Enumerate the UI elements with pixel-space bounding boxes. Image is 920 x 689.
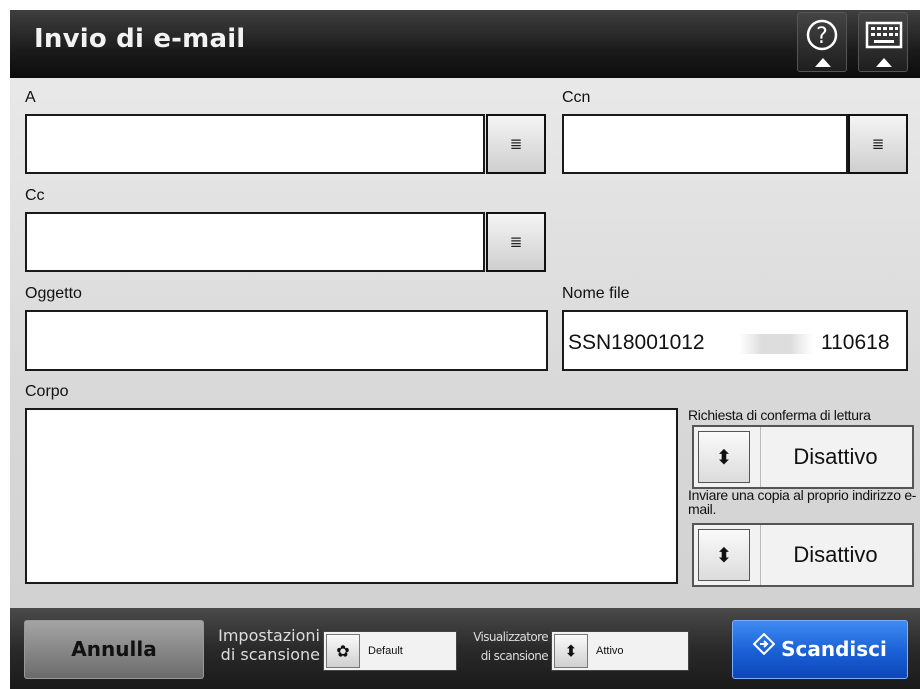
up-down-arrows-icon[interactable]: ⬍ <box>698 529 750 581</box>
scan-settings-label-line2: di scansione <box>220 645 320 664</box>
cc-input[interactable] <box>25 212 485 272</box>
filename-value-prefix: SSN18001012 <box>568 331 705 354</box>
body-label: Corpo <box>25 383 69 400</box>
bcc-address-book-button[interactable]: ≣ <box>848 114 908 174</box>
scan-viewer-value: Attivo <box>596 645 624 657</box>
up-down-arrows-icon[interactable]: ⬍ <box>554 634 588 668</box>
scan-settings-control[interactable]: ✿ Default <box>323 631 457 671</box>
expand-arrow-icon <box>876 58 892 67</box>
to-address-book-button[interactable]: ≣ <box>486 114 546 174</box>
filename-value-suffix: 110618 <box>821 331 890 354</box>
scan-settings-value: Default <box>368 645 403 657</box>
read-receipt-toggle[interactable]: ⬍ Disattivo <box>692 425 914 489</box>
scan-viewer-label-line1: Visualizzatore <box>473 630 548 644</box>
read-receipt-label: Richiesta di conferma di lettura <box>688 407 871 423</box>
keyboard-icon <box>865 21 903 49</box>
list-icon: ≣ <box>871 135 885 153</box>
filename-redacted-block <box>740 334 812 354</box>
window-title: Invio di e-mail <box>34 24 246 54</box>
scan-settings-label: Impostazioni di scansione <box>202 626 320 664</box>
scan-viewer-control[interactable]: ⬍ Attivo <box>551 631 689 671</box>
body-textarea[interactable] <box>25 408 678 584</box>
scan-viewer-label-line2: di scansione <box>480 649 549 663</box>
scan-settings-label-line1: Impostazioni <box>218 626 320 645</box>
scan-viewer-label: Visualizzatore di scansione <box>458 628 548 666</box>
bcc-label: Ccn <box>562 89 591 106</box>
subject-label: Oggetto <box>25 285 82 302</box>
email-send-window: Invio di e-mail ? A ≣ Ccn ≣ Cc ≣ Oggetto… <box>10 10 920 689</box>
cancel-button[interactable]: Annulla <box>24 620 204 679</box>
read-receipt-value: Disattivo <box>760 427 910 487</box>
send-copy-value: Disattivo <box>760 525 910 585</box>
list-icon: ≣ <box>509 233 523 251</box>
filename-input[interactable]: SSN18001012 110618 <box>562 310 908 371</box>
to-input[interactable] <box>25 114 485 174</box>
filename-label: Nome file <box>562 285 630 302</box>
help-icon: ? <box>806 19 838 51</box>
bcc-input[interactable] <box>562 114 848 174</box>
list-icon: ≣ <box>509 135 523 153</box>
expand-arrow-icon <box>815 58 831 67</box>
keyboard-button[interactable] <box>858 12 908 72</box>
diamond-arrow-icon <box>752 620 776 677</box>
scan-button[interactable]: Scandisci <box>732 620 908 679</box>
subject-input[interactable] <box>25 310 548 371</box>
send-copy-label: Inviare una copia al proprio indirizzo e… <box>688 487 917 517</box>
gear-icon[interactable]: ✿ <box>326 634 360 668</box>
footer-bar: Annulla Impostazioni di scansione ✿ Defa… <box>10 608 920 689</box>
to-label: A <box>25 89 36 106</box>
svg-text:?: ? <box>816 24 828 49</box>
cc-label: Cc <box>25 187 45 204</box>
scan-button-label: Scandisci <box>781 637 887 661</box>
send-copy-toggle[interactable]: ⬍ Disattivo <box>692 523 914 587</box>
cc-address-book-button[interactable]: ≣ <box>486 212 546 272</box>
title-bar: Invio di e-mail ? <box>10 10 920 78</box>
up-down-arrows-icon[interactable]: ⬍ <box>698 431 750 483</box>
help-button[interactable]: ? <box>797 12 847 72</box>
